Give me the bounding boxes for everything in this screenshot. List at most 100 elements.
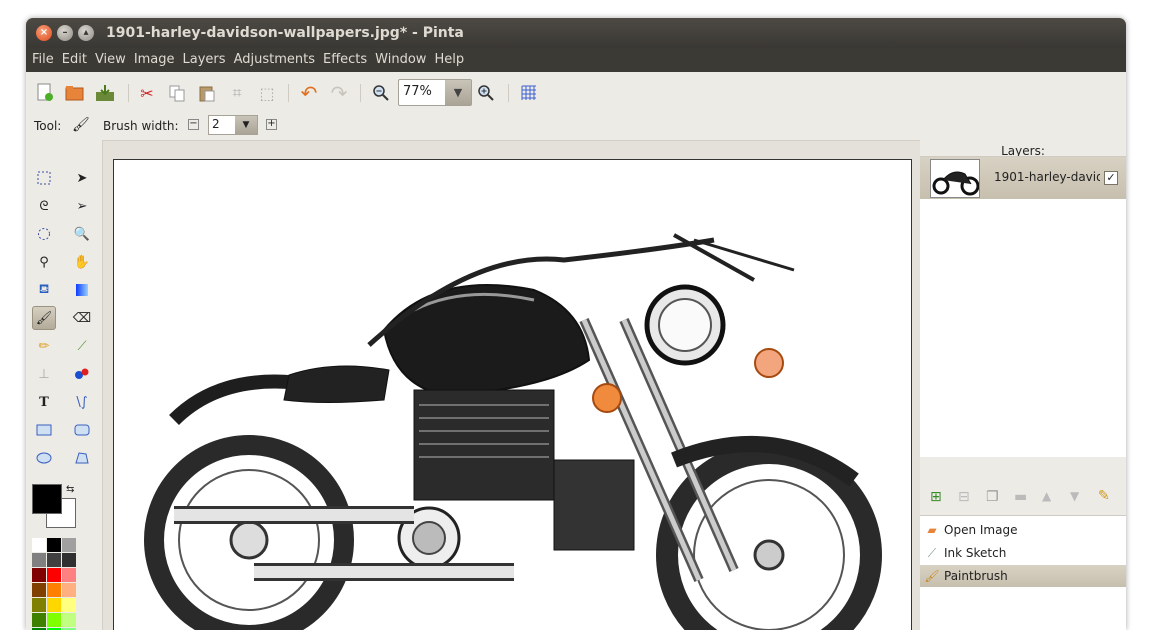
history-item-open-image[interactable]: ▰ Open Image	[920, 519, 1126, 541]
duplicate-layer-icon[interactable]: ❐	[986, 489, 999, 505]
move-selected-icon[interactable]: ➤	[70, 166, 94, 190]
menu-bar: File Edit View Image Layers Adjustments Effect…	[26, 48, 1126, 72]
history-item-paintbrush[interactable]: 🖌 Paintbrush	[920, 565, 1126, 587]
ellipse-select-icon[interactable]	[32, 222, 56, 246]
add-layer-icon[interactable]: ⊞	[930, 489, 942, 505]
gradient-icon[interactable]	[70, 278, 94, 302]
palette-color-swatch[interactable]	[47, 553, 61, 567]
palette-color-swatch[interactable]	[62, 538, 76, 552]
palette-color-swatch[interactable]	[32, 568, 46, 582]
menu-view[interactable]: View	[91, 48, 130, 72]
paint-bucket-icon[interactable]: ⛾	[32, 278, 56, 302]
image-canvas[interactable]	[113, 159, 912, 630]
zoom-tool-icon[interactable]: 🔍	[70, 222, 94, 246]
freeform-shape-icon[interactable]	[70, 446, 94, 470]
menu-image[interactable]: Image	[130, 48, 179, 72]
palette-color-swatch[interactable]	[32, 538, 46, 552]
zoom-combobox[interactable]: 77% ▼	[398, 79, 472, 106]
zoom-out-icon[interactable]	[370, 82, 392, 104]
menu-help[interactable]: Help	[430, 48, 468, 72]
color-picker-icon[interactable]: ⟋	[70, 334, 94, 358]
pencil-icon[interactable]: ✏	[32, 334, 56, 358]
palette-color-swatch[interactable]	[47, 613, 61, 627]
paste-icon[interactable]	[196, 82, 218, 104]
palette-color-swatch[interactable]	[62, 568, 76, 582]
paintbrush-icon: 🖌	[924, 569, 940, 583]
history-item-label: Paintbrush	[944, 569, 1008, 583]
palette-color-swatch[interactable]	[32, 598, 46, 612]
palette-color-swatch[interactable]	[62, 598, 76, 612]
new-image-icon[interactable]	[34, 82, 56, 104]
rectangle-icon[interactable]	[32, 418, 56, 442]
menu-layers[interactable]: Layers	[179, 48, 230, 72]
palette-color-swatch[interactable]	[62, 553, 76, 567]
history-item-label: Ink Sketch	[944, 546, 1007, 560]
layer-actions-toolbar: ⊞ ⊟ ❐ ▬ ▲ ▼ ✎	[920, 483, 1126, 513]
zoom-dropdown-arrow-icon[interactable]: ▼	[445, 80, 471, 105]
primary-color-swatch-front[interactable]	[32, 484, 62, 514]
redo-icon[interactable]: ↷	[328, 81, 350, 105]
grid-icon[interactable]	[518, 82, 540, 104]
palette-color-swatch[interactable]	[47, 598, 61, 612]
text-tool-icon[interactable]: T	[32, 390, 56, 414]
brush-width-label: Brush width:	[103, 119, 179, 133]
eraser-icon[interactable]: ⌫	[70, 306, 94, 330]
history-item-ink-sketch[interactable]: ⟋ Ink Sketch	[920, 542, 1126, 564]
cut-icon[interactable]: ✂	[136, 82, 158, 104]
move-selection-icon[interactable]: ➢	[70, 194, 94, 218]
brush-width-combobox[interactable]: 2 ▼	[208, 115, 258, 135]
palette-color-swatch[interactable]	[32, 553, 46, 567]
lasso-select-icon[interactable]: ᘓ	[32, 194, 56, 218]
recolor-icon[interactable]	[70, 362, 94, 386]
magic-wand-icon[interactable]: ⚲	[32, 250, 56, 274]
tool-options-bar: Tool: 🖌 Brush width: − 2 ▼ +	[26, 114, 1126, 140]
palette-color-swatch[interactable]	[47, 538, 61, 552]
pan-hand-icon[interactable]: ✋	[70, 250, 94, 274]
palette-color-swatch[interactable]	[32, 583, 46, 597]
right-panel: Layers: 1901-harley-davidson-wallpapers …	[920, 140, 1126, 630]
layer-properties-icon[interactable]: ✎	[1098, 488, 1110, 504]
palette-color-swatch[interactable]	[62, 583, 76, 597]
zoom-in-icon[interactable]	[475, 82, 497, 104]
brush-width-value[interactable]: 2	[212, 117, 220, 131]
brush-width-dropdown-icon[interactable]: ▼	[235, 116, 257, 134]
layer-row[interactable]: 1901-harley-davidson-wallpapers ✓	[920, 157, 1126, 199]
menu-adjustments[interactable]: Adjustments	[230, 48, 319, 72]
close-window-button[interactable]: ×	[36, 25, 52, 41]
open-icon[interactable]	[64, 82, 86, 104]
menu-file[interactable]: File	[28, 48, 58, 72]
move-layer-down-icon[interactable]: ▼	[1070, 489, 1079, 503]
motorcycle-image	[144, 233, 882, 630]
main-toolbar: ✂ ⌗ ⬚ ↶ ↷ 77% ▼	[26, 72, 1126, 114]
layer-visibility-checkbox[interactable]: ✓	[1104, 171, 1118, 185]
swap-colors-icon[interactable]: ⇆	[66, 484, 74, 495]
palette-color-swatch[interactable]	[62, 613, 76, 627]
brush-width-increase-button[interactable]: +	[266, 119, 277, 130]
brush-width-decrease-button[interactable]: −	[188, 119, 199, 130]
ellipse-icon[interactable]	[32, 446, 56, 470]
minimize-window-button[interactable]: –	[57, 25, 73, 41]
rounded-rectangle-icon[interactable]	[70, 418, 94, 442]
paintbrush-tool-icon[interactable]: 🖌	[32, 306, 56, 330]
line-curve-icon[interactable]: \∫	[70, 390, 94, 414]
menu-effects[interactable]: Effects	[319, 48, 371, 72]
menu-edit[interactable]: Edit	[58, 48, 91, 72]
layer-name: 1901-harley-davidson-wallpapers	[994, 170, 1100, 184]
copy-icon[interactable]	[166, 82, 188, 104]
rectangle-select-icon[interactable]	[32, 166, 56, 190]
palette-color-swatch[interactable]	[32, 613, 46, 627]
clone-stamp-icon[interactable]: ⊥	[32, 362, 56, 386]
delete-layer-icon[interactable]: ⊟	[958, 489, 970, 505]
undo-icon[interactable]: ↶	[298, 81, 320, 105]
crop-icon[interactable]: ⌗	[226, 82, 248, 104]
palette-color-swatch[interactable]	[47, 568, 61, 582]
current-tool-paintbrush-icon: 🖌	[72, 117, 90, 133]
palette-color-swatch[interactable]	[47, 583, 61, 597]
merge-layer-icon[interactable]: ▬	[1014, 489, 1027, 505]
zoom-value[interactable]: 77%	[403, 84, 432, 99]
menu-window[interactable]: Window	[371, 48, 430, 72]
save-icon[interactable]	[94, 82, 116, 104]
deselect-icon[interactable]: ⬚	[256, 82, 278, 104]
move-layer-up-icon[interactable]: ▲	[1042, 489, 1051, 503]
maximize-window-button[interactable]: ▴	[78, 25, 94, 41]
